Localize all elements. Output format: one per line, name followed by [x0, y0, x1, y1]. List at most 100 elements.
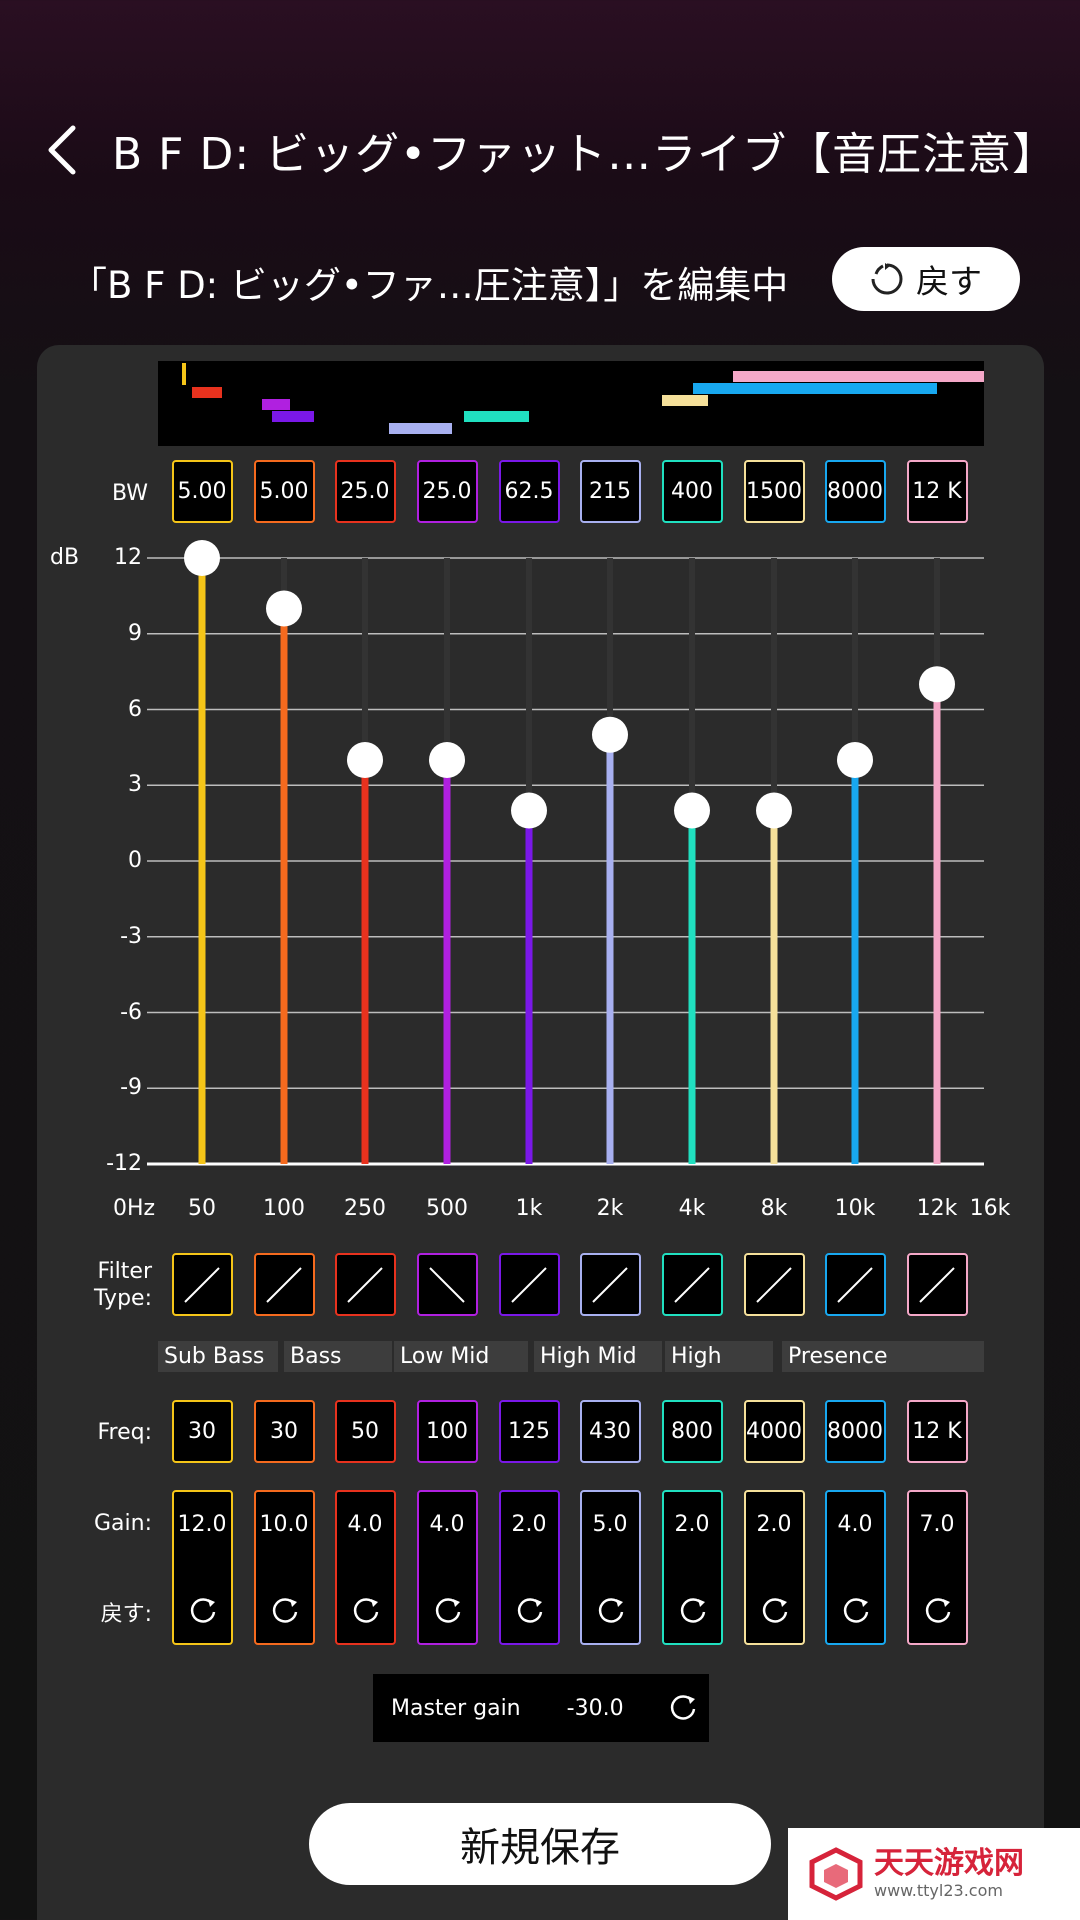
- band-region-label: High: [665, 1341, 773, 1372]
- reset-icon[interactable]: [351, 1596, 381, 1626]
- gain-slider-handle[interactable]: [429, 742, 465, 778]
- gain-value[interactable]: 4.0: [430, 1512, 465, 1537]
- overview-bar-8: [693, 383, 937, 394]
- filter-curve-icon: [919, 1266, 955, 1303]
- bw-input[interactable]: 62.5: [498, 460, 560, 523]
- bw-input[interactable]: 12 K: [906, 460, 968, 523]
- reset-icon[interactable]: [678, 1596, 708, 1626]
- gain-control[interactable]: 4.0: [824, 1490, 886, 1645]
- freq-input[interactable]: 800: [661, 1400, 723, 1463]
- gain-control[interactable]: 2.0: [661, 1490, 723, 1645]
- filter-type-button[interactable]: [579, 1253, 641, 1316]
- band-region-label: Low Mid: [394, 1341, 528, 1372]
- gain-control[interactable]: 5.0: [579, 1490, 641, 1645]
- x-tick-label: 500: [426, 1196, 468, 1221]
- reset-row-label: 戻す:: [100, 1602, 152, 1627]
- filter-type-button[interactable]: [743, 1253, 805, 1316]
- gain-value[interactable]: 4.0: [838, 1512, 873, 1537]
- bw-input[interactable]: 400: [661, 460, 723, 523]
- freq-input[interactable]: 30: [171, 1400, 233, 1463]
- gain-slider-handle[interactable]: [347, 742, 383, 778]
- gain-value[interactable]: 7.0: [920, 1512, 955, 1537]
- filter-type-button[interactable]: [906, 1253, 968, 1316]
- gain-control[interactable]: 12.0: [171, 1490, 233, 1645]
- gain-slider-handle[interactable]: [592, 716, 628, 753]
- filter-type-button[interactable]: [661, 1253, 723, 1316]
- y-tick-label: 0: [128, 848, 142, 873]
- reset-icon[interactable]: [515, 1596, 545, 1626]
- gain-control[interactable]: 4.0: [334, 1490, 396, 1645]
- band-overview: [158, 361, 984, 446]
- gain-value[interactable]: 10.0: [260, 1512, 309, 1537]
- y-tick-label: -12: [106, 1151, 142, 1176]
- bw-input[interactable]: 215: [579, 460, 641, 523]
- gain-value[interactable]: 2.0: [512, 1512, 547, 1537]
- reset-icon[interactable]: [841, 1596, 871, 1626]
- bw-input[interactable]: 1500: [743, 460, 805, 523]
- gain-slider-handle[interactable]: [837, 742, 873, 778]
- freq-input[interactable]: 50: [334, 1400, 396, 1463]
- refresh-icon: [871, 263, 903, 295]
- back-button[interactable]: [28, 100, 98, 200]
- x-tick-label: 1k: [515, 1196, 543, 1221]
- gain-slider-handle[interactable]: [674, 792, 710, 829]
- filter-type-button[interactable]: [253, 1253, 315, 1316]
- bw-input[interactable]: 25.0: [334, 460, 396, 523]
- freq-input[interactable]: 430: [579, 1400, 641, 1463]
- freq-input[interactable]: 100: [416, 1400, 478, 1463]
- gain-slider-handle[interactable]: [919, 666, 955, 703]
- y-tick-label: -3: [120, 923, 142, 949]
- x-tick-label: 250: [344, 1196, 386, 1221]
- gain-value[interactable]: 12.0: [178, 1512, 227, 1537]
- gain-slider-handle[interactable]: [266, 590, 302, 627]
- bw-input[interactable]: 8000: [824, 460, 886, 523]
- gain-value[interactable]: 2.0: [757, 1512, 792, 1537]
- reset-icon[interactable]: [760, 1596, 790, 1626]
- freq-input[interactable]: 30: [253, 1400, 315, 1463]
- master-gain-value[interactable]: -30.0: [567, 1696, 624, 1721]
- filter-type-button[interactable]: [498, 1253, 560, 1316]
- filter-type-button[interactable]: [334, 1253, 396, 1316]
- reset-icon[interactable]: [188, 1596, 218, 1626]
- gain-control[interactable]: 7.0: [906, 1490, 968, 1645]
- bw-input[interactable]: 5.00: [253, 460, 315, 523]
- filter-type-button[interactable]: [416, 1253, 478, 1316]
- freq-input[interactable]: 8000: [824, 1400, 886, 1463]
- gain-slider-handle[interactable]: [184, 540, 220, 576]
- gain-value[interactable]: 4.0: [348, 1512, 383, 1537]
- filter-type-button[interactable]: [171, 1253, 233, 1316]
- gain-control[interactable]: 2.0: [498, 1490, 560, 1645]
- gain-control[interactable]: 4.0: [416, 1490, 478, 1645]
- watermark-url: www.ttyl23.com: [874, 1881, 1003, 1900]
- gain-label: Gain:: [94, 1511, 152, 1536]
- reset-icon[interactable]: [596, 1596, 626, 1626]
- overview-bar-1: [182, 363, 186, 385]
- filter-curve-icon: [184, 1266, 220, 1303]
- reset-icon[interactable]: [923, 1596, 953, 1626]
- overview-bar-6: [464, 411, 529, 422]
- bw-input[interactable]: 5.00: [171, 460, 233, 523]
- reset-icon[interactable]: [668, 1693, 698, 1723]
- gain-slider-handle[interactable]: [756, 792, 792, 829]
- gain-value[interactable]: 5.0: [593, 1512, 628, 1537]
- freq-input[interactable]: 4000: [743, 1400, 805, 1463]
- revert-button[interactable]: 戻す: [832, 247, 1020, 311]
- bw-input[interactable]: 25.0: [416, 460, 478, 523]
- overview-bar-4: [272, 411, 314, 422]
- x-tick-label: 50: [188, 1196, 216, 1221]
- freq-input[interactable]: 12 K: [906, 1400, 968, 1463]
- gain-control[interactable]: 2.0: [743, 1490, 805, 1645]
- editing-label: 「B F D: ビッグ•ファ…圧注意】」を編集中: [70, 264, 789, 307]
- freq-input[interactable]: 125: [498, 1400, 560, 1463]
- y-tick-label: 9: [128, 620, 142, 646]
- gain-control[interactable]: 10.0: [253, 1490, 315, 1645]
- reset-icon[interactable]: [433, 1596, 463, 1626]
- watermark-title: 天天游戏网: [874, 1846, 1024, 1881]
- filter-type-button[interactable]: [824, 1253, 886, 1316]
- master-gain-control[interactable]: Master gain -30.0: [373, 1674, 709, 1742]
- y-tick-label: 12: [114, 545, 142, 570]
- reset-icon[interactable]: [270, 1596, 300, 1626]
- gain-slider-handle[interactable]: [511, 792, 547, 829]
- gain-value[interactable]: 2.0: [675, 1512, 710, 1537]
- save-new-button[interactable]: 新規保存: [309, 1803, 771, 1885]
